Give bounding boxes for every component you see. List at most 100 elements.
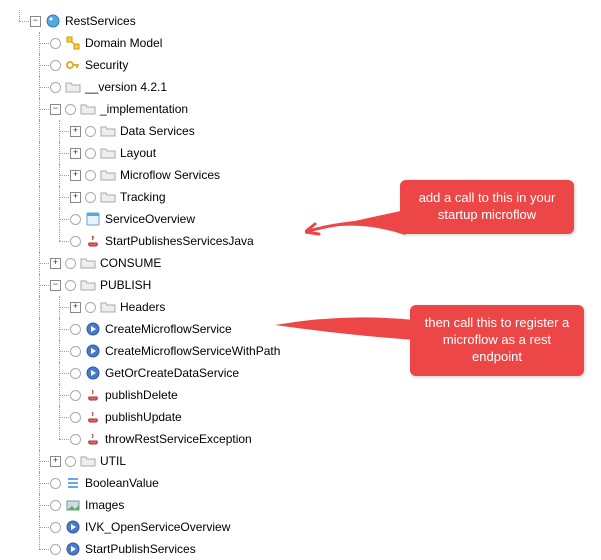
- bullet-icon: [65, 280, 76, 291]
- bullet-icon: [85, 170, 96, 181]
- tree-label: ServiceOverview: [105, 212, 195, 226]
- tree-label: publishDelete: [105, 388, 178, 402]
- tree-label: _implementation: [100, 102, 188, 116]
- tree-item-boolean-value[interactable]: BooleanValue: [10, 472, 591, 494]
- tree-label: BooleanValue: [85, 476, 159, 490]
- tree-label: UTIL: [100, 454, 126, 468]
- tree-label: RestServices: [65, 14, 136, 28]
- bullet-icon: [65, 258, 76, 269]
- enum-icon: [65, 475, 81, 491]
- bullet-icon: [70, 214, 81, 225]
- bullet-icon: [70, 346, 81, 357]
- tree-label: CONSUME: [100, 256, 161, 270]
- folder-icon: [100, 145, 116, 161]
- tree-label: Security: [85, 58, 128, 72]
- tree-label: __version 4.2.1: [85, 80, 167, 94]
- project-tree: − RestServices Domain Model Security __v…: [10, 10, 591, 560]
- tree-label: Tracking: [120, 190, 166, 204]
- tree-item-publish-delete[interactable]: publishDelete: [10, 384, 591, 406]
- tree-label: IVK_OpenServiceOverview: [85, 520, 230, 534]
- tree-label: CreateMicroflowService: [105, 322, 232, 336]
- bullet-icon: [70, 390, 81, 401]
- bullet-icon: [50, 522, 61, 533]
- expand-toggle[interactable]: +: [50, 456, 61, 467]
- tree-label: Data Services: [120, 124, 195, 138]
- tree-item-consume[interactable]: + CONSUME: [10, 252, 591, 274]
- annotation-callout-2: then call this to register a microflow a…: [410, 305, 584, 376]
- folder-icon: [100, 299, 116, 315]
- bullet-icon: [85, 192, 96, 203]
- tree-item-ivk-open-service-overview[interactable]: IVK_OpenServiceOverview: [10, 516, 591, 538]
- folder-icon: [100, 123, 116, 139]
- folder-icon: [80, 277, 96, 293]
- page-icon: [85, 211, 101, 227]
- tree-label: publishUpdate: [105, 410, 182, 424]
- expand-toggle[interactable]: +: [70, 302, 81, 313]
- tree-item-publish[interactable]: − PUBLISH: [10, 274, 591, 296]
- tree-item-domain-model[interactable]: Domain Model: [10, 32, 591, 54]
- microflow-icon: [65, 519, 81, 535]
- tree-label: StartPublishServices: [85, 542, 196, 556]
- folder-icon: [100, 189, 116, 205]
- tree-label: Layout: [120, 146, 156, 160]
- expand-toggle[interactable]: +: [70, 126, 81, 137]
- callout-text: add a call to this in your startup micro…: [419, 190, 556, 222]
- expand-toggle[interactable]: +: [70, 148, 81, 159]
- tree-item-data-services[interactable]: + Data Services: [10, 120, 591, 142]
- java-icon: [85, 431, 101, 447]
- tree-label: Microflow Services: [120, 168, 220, 182]
- folder-icon: [65, 79, 81, 95]
- collapse-toggle[interactable]: −: [50, 280, 61, 291]
- bullet-icon: [50, 500, 61, 511]
- tree-item-security[interactable]: Security: [10, 54, 591, 76]
- bullet-icon: [85, 148, 96, 159]
- tree-item-layout[interactable]: + Layout: [10, 142, 591, 164]
- folder-icon: [80, 255, 96, 271]
- expand-toggle[interactable]: +: [70, 192, 81, 203]
- tree-root[interactable]: − RestServices: [10, 10, 591, 32]
- bullet-icon: [70, 412, 81, 423]
- tree-label: PUBLISH: [100, 278, 151, 292]
- java-icon: [85, 409, 101, 425]
- microflow-icon: [85, 343, 101, 359]
- folder-icon: [100, 167, 116, 183]
- tree-label: GetOrCreateDataService: [105, 366, 239, 380]
- bullet-icon: [70, 368, 81, 379]
- tree-label: throwRestServiceException: [105, 432, 252, 446]
- tree-item-publish-update[interactable]: publishUpdate: [10, 406, 591, 428]
- tree-item-version[interactable]: __version 4.2.1: [10, 76, 591, 98]
- bullet-icon: [50, 60, 61, 71]
- images-icon: [65, 497, 81, 513]
- bullet-icon: [50, 478, 61, 489]
- bullet-icon: [65, 456, 76, 467]
- folder-icon: [80, 101, 96, 117]
- tree-label: Domain Model: [85, 36, 162, 50]
- expand-toggle[interactable]: +: [70, 170, 81, 181]
- tree-label: Headers: [120, 300, 165, 314]
- bullet-icon: [70, 236, 81, 247]
- collapse-toggle[interactable]: −: [50, 104, 61, 115]
- bullet-icon: [50, 82, 61, 93]
- collapse-toggle[interactable]: −: [30, 16, 41, 27]
- microflow-icon: [85, 321, 101, 337]
- key-icon: [65, 57, 81, 73]
- tree-item-implementation[interactable]: − _implementation: [10, 98, 591, 120]
- annotation-callout-1: add a call to this in your startup micro…: [400, 180, 574, 234]
- tree-label: StartPublishesServicesJava: [105, 234, 254, 248]
- bullet-icon: [50, 38, 61, 49]
- microflow-icon: [65, 541, 81, 557]
- bullet-icon: [70, 434, 81, 445]
- tree-item-util[interactable]: + UTIL: [10, 450, 591, 472]
- tree-label: CreateMicroflowServiceWithPath: [105, 344, 280, 358]
- expand-toggle[interactable]: +: [50, 258, 61, 269]
- bullet-icon: [85, 126, 96, 137]
- bullet-icon: [50, 544, 61, 555]
- microflow-icon: [85, 365, 101, 381]
- folder-icon: [80, 453, 96, 469]
- domain-model-icon: [65, 35, 81, 51]
- bullet-icon: [70, 324, 81, 335]
- java-icon: [85, 233, 101, 249]
- bullet-icon: [85, 302, 96, 313]
- tree-item-images[interactable]: Images: [10, 494, 591, 516]
- tree-item-throw-rest-service-exception[interactable]: throwRestServiceException: [10, 428, 591, 450]
